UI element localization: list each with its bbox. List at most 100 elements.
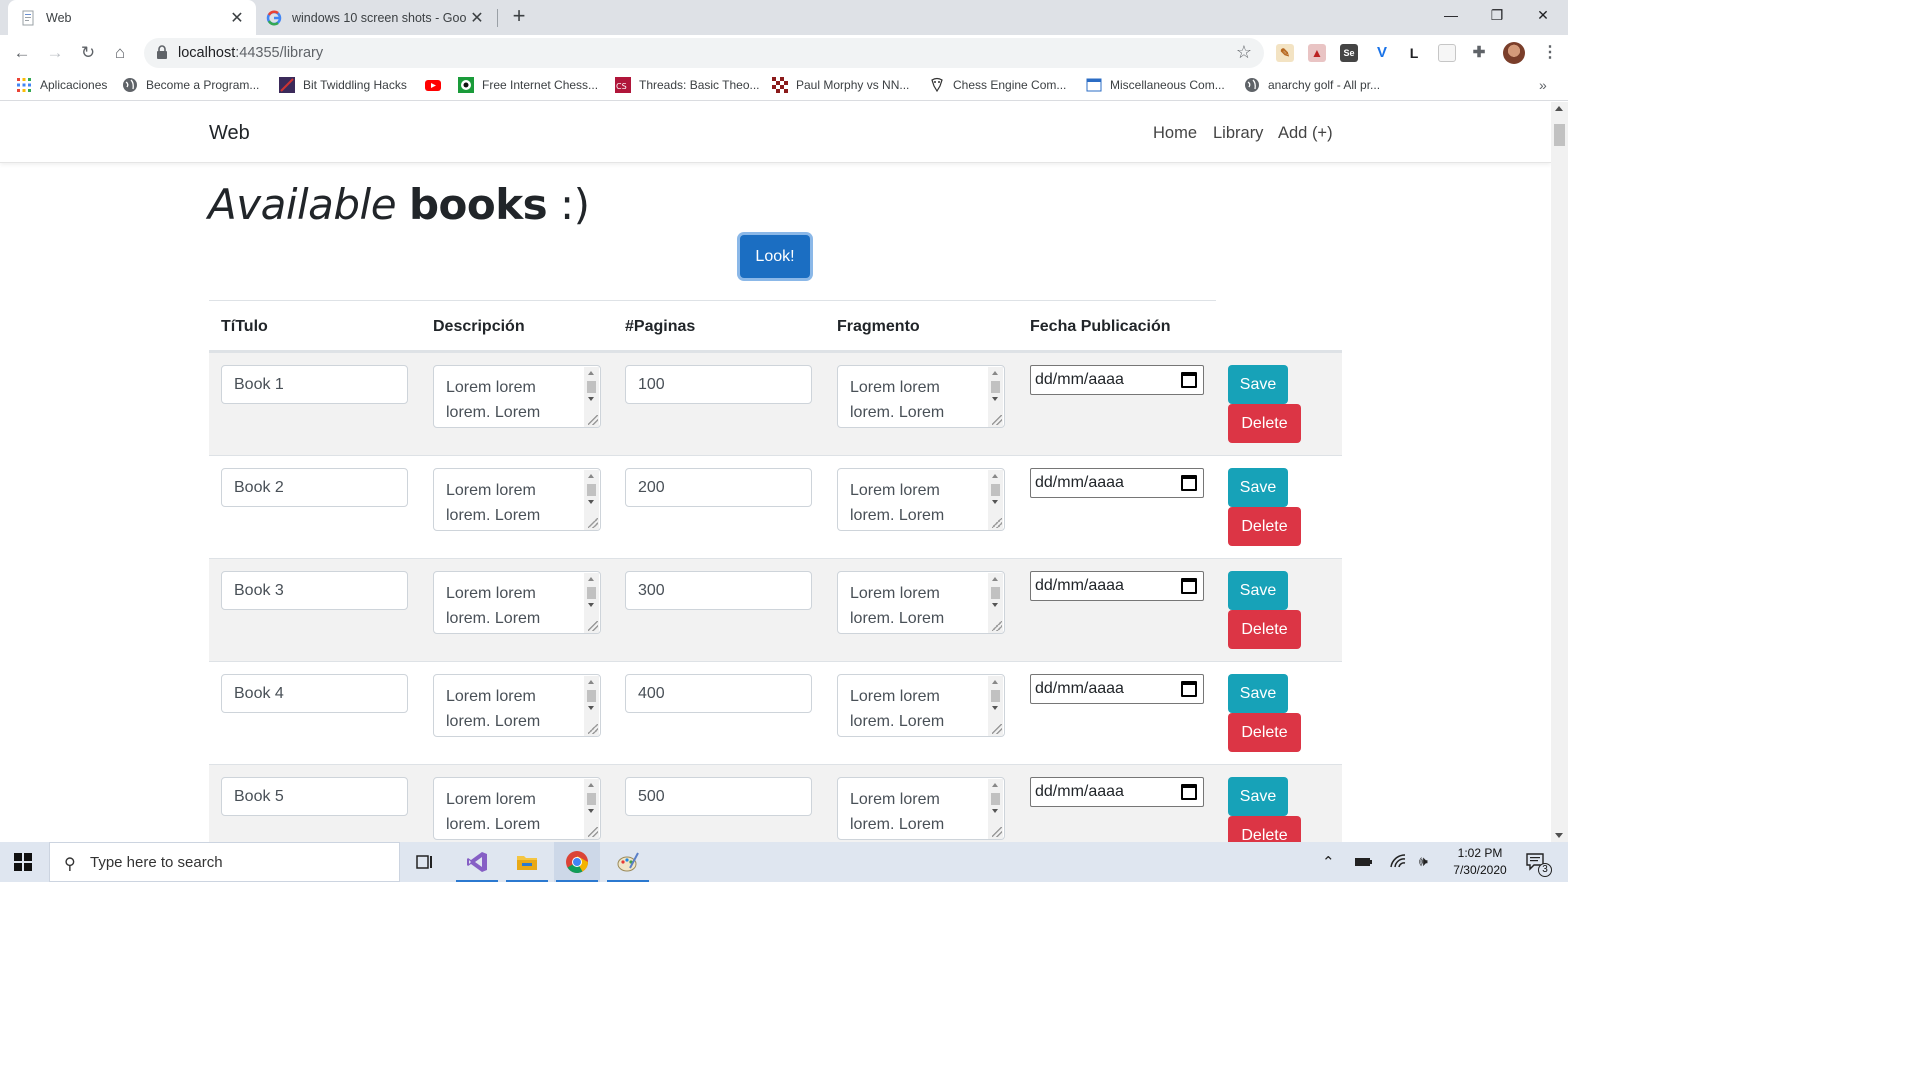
fragment-textarea[interactable]: Lorem lorem lorem. Lorem: [837, 365, 1005, 428]
bookmark-item[interactable]: Chess Engine Com...: [929, 77, 1066, 93]
textarea-scrollbar[interactable]: [988, 573, 1003, 633]
battery-icon[interactable]: [1354, 856, 1372, 868]
textarea-scrollbar[interactable]: [584, 367, 599, 427]
textarea-scrollbar[interactable]: [988, 676, 1003, 736]
textarea-scrollbar[interactable]: [584, 779, 599, 839]
windows-start-icon[interactable]: [14, 853, 32, 871]
save-button[interactable]: Save: [1228, 777, 1288, 816]
pages-input[interactable]: 400: [625, 674, 812, 713]
bookmark-item[interactable]: Paul Morphy vs NN...: [772, 77, 909, 93]
bookmark-item[interactable]: Free Internet Chess...: [458, 77, 598, 93]
calendar-icon[interactable]: [1181, 681, 1197, 697]
description-textarea[interactable]: Lorem lorem lorem. Lorem: [433, 571, 601, 634]
pages-input[interactable]: 300: [625, 571, 812, 610]
textarea-scrollbar[interactable]: [988, 470, 1003, 530]
fragment-textarea[interactable]: Lorem lorem lorem. Lorem: [837, 571, 1005, 634]
tab-google-search[interactable]: windows 10 screen shots - Googl ✕: [258, 0, 496, 35]
task-view-icon[interactable]: [402, 842, 448, 882]
address-bar[interactable]: localhost:44355/library ☆: [144, 38, 1264, 68]
delete-button[interactable]: Delete: [1228, 713, 1301, 752]
more-bookmarks-icon[interactable]: »: [1539, 77, 1547, 93]
publication-date-input[interactable]: dd/mm/aaaa: [1030, 468, 1204, 498]
title-input[interactable]: Book 3: [221, 571, 408, 610]
paint-icon[interactable]: [605, 842, 651, 882]
save-button[interactable]: Save: [1228, 468, 1288, 507]
page-scrollbar[interactable]: [1551, 102, 1568, 842]
pages-input[interactable]: 100: [625, 365, 812, 404]
volume-icon[interactable]: 🕪: [1419, 853, 1428, 870]
textarea-scrollbar[interactable]: [584, 676, 599, 736]
show-hidden-icons-icon[interactable]: ⌃: [1322, 853, 1335, 871]
extension-palette-icon[interactable]: ✎: [1276, 44, 1294, 62]
description-textarea[interactable]: Lorem lorem lorem. Lorem: [433, 468, 601, 531]
calendar-icon[interactable]: [1181, 372, 1197, 388]
save-button[interactable]: Save: [1228, 365, 1288, 404]
menu-kebab-icon[interactable]: ⋮: [1542, 42, 1558, 62]
fragment-textarea[interactable]: Lorem lorem lorem. Lorem: [837, 777, 1005, 840]
site-brand[interactable]: Web: [209, 122, 250, 145]
title-input[interactable]: Book 1: [221, 365, 408, 404]
file-explorer-icon[interactable]: [504, 842, 550, 882]
scroll-up-icon[interactable]: [1555, 106, 1563, 111]
new-tab-button[interactable]: +: [506, 4, 532, 30]
textarea-scrollbar[interactable]: [584, 470, 599, 530]
close-tab-icon[interactable]: ✕: [466, 8, 488, 28]
textarea-scrollbar[interactable]: [988, 779, 1003, 839]
extension-l-icon[interactable]: L: [1405, 44, 1423, 62]
close-tab-icon[interactable]: ✕: [226, 8, 248, 28]
bookmark-item[interactable]: Become a Program...: [122, 77, 259, 93]
extension-v-icon[interactable]: V: [1373, 44, 1391, 62]
bookmark-item[interactable]: [425, 77, 449, 93]
fragment-textarea[interactable]: Lorem lorem lorem. Lorem: [837, 674, 1005, 737]
pages-input[interactable]: 500: [625, 777, 812, 816]
calendar-icon[interactable]: [1181, 784, 1197, 800]
extension-pdf-icon[interactable]: ▲: [1308, 44, 1326, 62]
publication-date-input[interactable]: dd/mm/aaaa: [1030, 571, 1204, 601]
forward-icon[interactable]: →: [41, 40, 69, 66]
description-textarea[interactable]: Lorem lorem lorem. Lorem: [433, 674, 601, 737]
title-input[interactable]: Book 5: [221, 777, 408, 816]
description-textarea[interactable]: Lorem lorem lorem. Lorem: [433, 365, 601, 428]
extension-box-icon[interactable]: [1438, 44, 1456, 62]
description-textarea[interactable]: Lorem lorem lorem. Lorem: [433, 777, 601, 840]
profile-avatar[interactable]: [1503, 42, 1525, 64]
pages-input[interactable]: 200: [625, 468, 812, 507]
extensions-puzzle-icon[interactable]: ✚: [1470, 44, 1488, 62]
visual-studio-icon[interactable]: [454, 842, 500, 882]
wifi-icon[interactable]: [1389, 853, 1407, 869]
publication-date-input[interactable]: dd/mm/aaaa: [1030, 674, 1204, 704]
textarea-scrollbar[interactable]: [584, 573, 599, 633]
bookmark-item[interactable]: Miscellaneous Com...: [1086, 77, 1225, 93]
nav-link-add[interactable]: Add (+): [1278, 124, 1333, 143]
close-window-icon[interactable]: ✕: [1520, 0, 1566, 32]
scroll-down-icon[interactable]: [1555, 833, 1563, 838]
reload-icon[interactable]: ↻: [74, 40, 102, 66]
home-icon[interactable]: ⌂: [106, 40, 134, 66]
bookmark-item[interactable]: CS Threads: Basic Theo...: [615, 77, 760, 93]
delete-button[interactable]: Delete: [1228, 816, 1301, 842]
look-button[interactable]: Look!: [740, 235, 810, 278]
restore-icon[interactable]: ❐: [1474, 0, 1520, 32]
nav-link-library[interactable]: Library: [1213, 124, 1263, 143]
title-input[interactable]: Book 2: [221, 468, 408, 507]
bookmark-star-icon[interactable]: ☆: [1236, 42, 1252, 63]
scrollbar-thumb[interactable]: [1554, 124, 1565, 146]
delete-button[interactable]: Delete: [1228, 610, 1301, 649]
publication-date-input[interactable]: dd/mm/aaaa: [1030, 365, 1204, 395]
fragment-textarea[interactable]: Lorem lorem lorem. Lorem: [837, 468, 1005, 531]
bookmark-item[interactable]: Bit Twiddling Hacks: [279, 77, 407, 93]
chrome-icon[interactable]: [554, 842, 600, 882]
bookmark-item[interactable]: anarchy golf - All pr...: [1244, 77, 1380, 93]
delete-button[interactable]: Delete: [1228, 404, 1301, 443]
taskbar-clock[interactable]: 1:02 PM 7/30/2020: [1440, 845, 1520, 879]
tab-web[interactable]: Web ✕: [8, 0, 256, 35]
calendar-icon[interactable]: [1181, 475, 1197, 491]
delete-button[interactable]: Delete: [1228, 507, 1301, 546]
taskbar-search-box[interactable]: ⚲ Type here to search: [49, 842, 400, 882]
save-button[interactable]: Save: [1228, 674, 1288, 713]
lock-icon[interactable]: [156, 45, 168, 60]
minimize-icon[interactable]: —: [1428, 0, 1474, 32]
publication-date-input[interactable]: dd/mm/aaaa: [1030, 777, 1204, 807]
save-button[interactable]: Save: [1228, 571, 1288, 610]
extension-selenium-icon[interactable]: Se: [1340, 44, 1358, 62]
